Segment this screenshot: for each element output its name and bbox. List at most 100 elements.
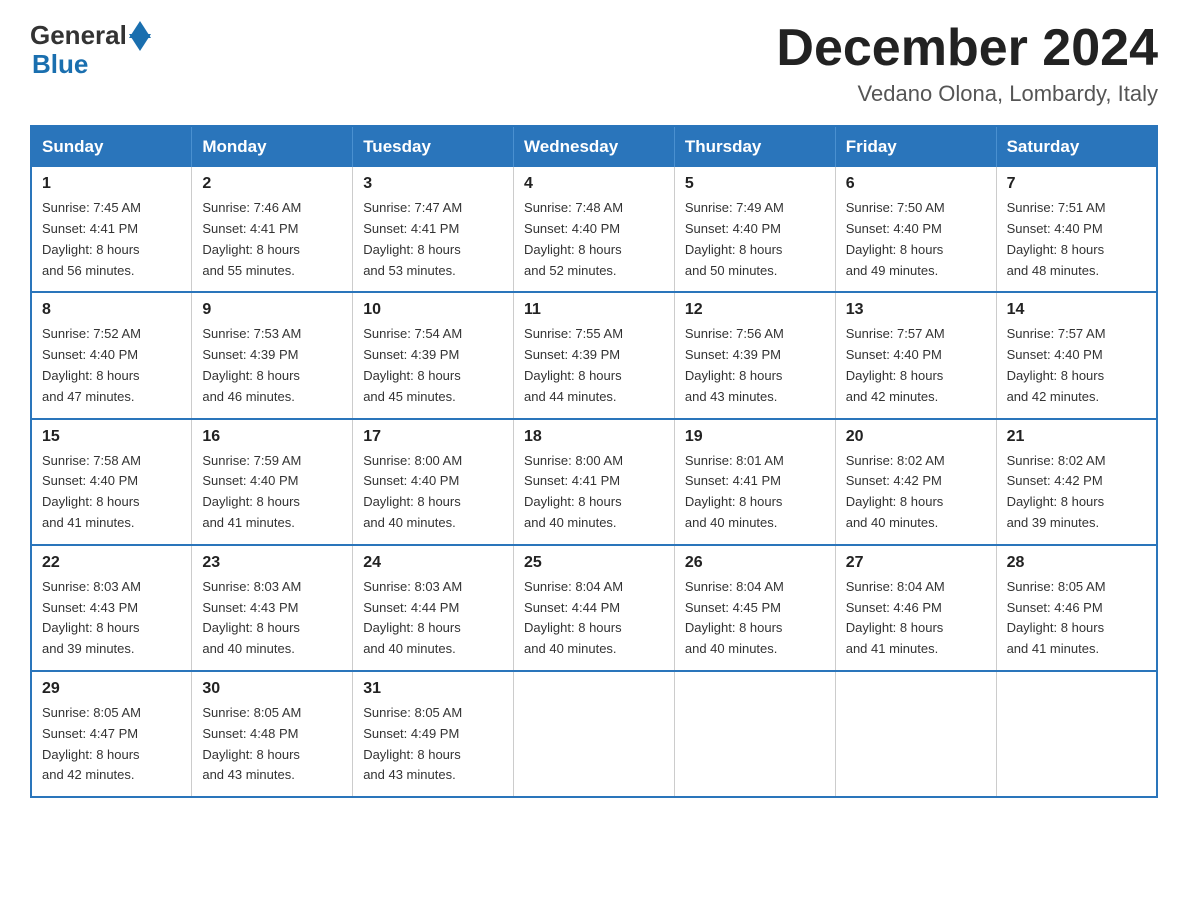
day-number: 2 <box>202 175 342 193</box>
day-number: 19 <box>685 428 825 446</box>
table-row: 7 Sunrise: 7:51 AM Sunset: 4:40 PM Dayli… <box>996 167 1157 292</box>
day-number: 22 <box>42 554 181 572</box>
table-row: 12 Sunrise: 7:56 AM Sunset: 4:39 PM Dayl… <box>674 292 835 418</box>
calendar-week-row: 29 Sunrise: 8:05 AM Sunset: 4:47 PM Dayl… <box>31 671 1157 797</box>
table-row: 2 Sunrise: 7:46 AM Sunset: 4:41 PM Dayli… <box>192 167 353 292</box>
table-row: 25 Sunrise: 8:04 AM Sunset: 4:44 PM Dayl… <box>514 545 675 671</box>
day-number: 18 <box>524 428 664 446</box>
day-number: 20 <box>846 428 986 446</box>
table-row: 4 Sunrise: 7:48 AM Sunset: 4:40 PM Dayli… <box>514 167 675 292</box>
day-number: 30 <box>202 680 342 698</box>
day-info: Sunrise: 8:02 AM Sunset: 4:42 PM Dayligh… <box>1007 451 1146 534</box>
table-row: 15 Sunrise: 7:58 AM Sunset: 4:40 PM Dayl… <box>31 419 192 545</box>
day-info: Sunrise: 8:01 AM Sunset: 4:41 PM Dayligh… <box>685 451 825 534</box>
title-section: December 2024 Vedano Olona, Lombardy, It… <box>776 20 1158 107</box>
table-row: 21 Sunrise: 8:02 AM Sunset: 4:42 PM Dayl… <box>996 419 1157 545</box>
table-row: 29 Sunrise: 8:05 AM Sunset: 4:47 PM Dayl… <box>31 671 192 797</box>
day-number: 17 <box>363 428 503 446</box>
day-info: Sunrise: 7:56 AM Sunset: 4:39 PM Dayligh… <box>685 324 825 407</box>
table-row: 28 Sunrise: 8:05 AM Sunset: 4:46 PM Dayl… <box>996 545 1157 671</box>
day-number: 1 <box>42 175 181 193</box>
table-row: 1 Sunrise: 7:45 AM Sunset: 4:41 PM Dayli… <box>31 167 192 292</box>
day-number: 11 <box>524 301 664 319</box>
day-number: 3 <box>363 175 503 193</box>
day-info: Sunrise: 7:48 AM Sunset: 4:40 PM Dayligh… <box>524 198 664 281</box>
logo-icon <box>127 21 151 51</box>
day-number: 10 <box>363 301 503 319</box>
table-row <box>674 671 835 797</box>
day-number: 24 <box>363 554 503 572</box>
day-number: 25 <box>524 554 664 572</box>
calendar-header-row: Sunday Monday Tuesday Wednesday Thursday… <box>31 126 1157 167</box>
day-number: 14 <box>1007 301 1146 319</box>
table-row: 16 Sunrise: 7:59 AM Sunset: 4:40 PM Dayl… <box>192 419 353 545</box>
calendar-week-row: 15 Sunrise: 7:58 AM Sunset: 4:40 PM Dayl… <box>31 419 1157 545</box>
table-row <box>514 671 675 797</box>
table-row: 14 Sunrise: 7:57 AM Sunset: 4:40 PM Dayl… <box>996 292 1157 418</box>
header-monday: Monday <box>192 126 353 167</box>
day-number: 13 <box>846 301 986 319</box>
logo: General Blue <box>30 20 151 80</box>
day-info: Sunrise: 7:45 AM Sunset: 4:41 PM Dayligh… <box>42 198 181 281</box>
day-info: Sunrise: 7:55 AM Sunset: 4:39 PM Dayligh… <box>524 324 664 407</box>
day-number: 31 <box>363 680 503 698</box>
day-number: 9 <box>202 301 342 319</box>
day-info: Sunrise: 8:04 AM Sunset: 4:45 PM Dayligh… <box>685 577 825 660</box>
day-info: Sunrise: 8:03 AM Sunset: 4:43 PM Dayligh… <box>202 577 342 660</box>
day-number: 28 <box>1007 554 1146 572</box>
day-info: Sunrise: 8:04 AM Sunset: 4:46 PM Dayligh… <box>846 577 986 660</box>
day-info: Sunrise: 7:59 AM Sunset: 4:40 PM Dayligh… <box>202 451 342 534</box>
day-info: Sunrise: 8:00 AM Sunset: 4:41 PM Dayligh… <box>524 451 664 534</box>
day-number: 21 <box>1007 428 1146 446</box>
table-row: 18 Sunrise: 8:00 AM Sunset: 4:41 PM Dayl… <box>514 419 675 545</box>
header-friday: Friday <box>835 126 996 167</box>
table-row <box>835 671 996 797</box>
table-row: 17 Sunrise: 8:00 AM Sunset: 4:40 PM Dayl… <box>353 419 514 545</box>
day-number: 12 <box>685 301 825 319</box>
table-row: 26 Sunrise: 8:04 AM Sunset: 4:45 PM Dayl… <box>674 545 835 671</box>
day-info: Sunrise: 7:47 AM Sunset: 4:41 PM Dayligh… <box>363 198 503 281</box>
table-row: 11 Sunrise: 7:55 AM Sunset: 4:39 PM Dayl… <box>514 292 675 418</box>
table-row: 22 Sunrise: 8:03 AM Sunset: 4:43 PM Dayl… <box>31 545 192 671</box>
table-row: 23 Sunrise: 8:03 AM Sunset: 4:43 PM Dayl… <box>192 545 353 671</box>
header-saturday: Saturday <box>996 126 1157 167</box>
calendar-table: Sunday Monday Tuesday Wednesday Thursday… <box>30 125 1158 798</box>
calendar-week-row: 22 Sunrise: 8:03 AM Sunset: 4:43 PM Dayl… <box>31 545 1157 671</box>
table-row: 13 Sunrise: 7:57 AM Sunset: 4:40 PM Dayl… <box>835 292 996 418</box>
table-row: 30 Sunrise: 8:05 AM Sunset: 4:48 PM Dayl… <box>192 671 353 797</box>
day-info: Sunrise: 8:05 AM Sunset: 4:47 PM Dayligh… <box>42 703 181 786</box>
day-info: Sunrise: 8:04 AM Sunset: 4:44 PM Dayligh… <box>524 577 664 660</box>
day-info: Sunrise: 8:05 AM Sunset: 4:49 PM Dayligh… <box>363 703 503 786</box>
header-tuesday: Tuesday <box>353 126 514 167</box>
day-info: Sunrise: 7:57 AM Sunset: 4:40 PM Dayligh… <box>846 324 986 407</box>
day-number: 29 <box>42 680 181 698</box>
table-row: 10 Sunrise: 7:54 AM Sunset: 4:39 PM Dayl… <box>353 292 514 418</box>
day-info: Sunrise: 7:52 AM Sunset: 4:40 PM Dayligh… <box>42 324 181 407</box>
day-number: 4 <box>524 175 664 193</box>
day-info: Sunrise: 7:51 AM Sunset: 4:40 PM Dayligh… <box>1007 198 1146 281</box>
table-row: 6 Sunrise: 7:50 AM Sunset: 4:40 PM Dayli… <box>835 167 996 292</box>
day-info: Sunrise: 7:49 AM Sunset: 4:40 PM Dayligh… <box>685 198 825 281</box>
day-info: Sunrise: 7:46 AM Sunset: 4:41 PM Dayligh… <box>202 198 342 281</box>
calendar-week-row: 8 Sunrise: 7:52 AM Sunset: 4:40 PM Dayli… <box>31 292 1157 418</box>
day-number: 27 <box>846 554 986 572</box>
calendar-week-row: 1 Sunrise: 7:45 AM Sunset: 4:41 PM Dayli… <box>31 167 1157 292</box>
table-row: 5 Sunrise: 7:49 AM Sunset: 4:40 PM Dayli… <box>674 167 835 292</box>
table-row: 20 Sunrise: 8:02 AM Sunset: 4:42 PM Dayl… <box>835 419 996 545</box>
table-row: 19 Sunrise: 8:01 AM Sunset: 4:41 PM Dayl… <box>674 419 835 545</box>
location-text: Vedano Olona, Lombardy, Italy <box>776 81 1158 107</box>
day-number: 8 <box>42 301 181 319</box>
day-number: 6 <box>846 175 986 193</box>
table-row: 8 Sunrise: 7:52 AM Sunset: 4:40 PM Dayli… <box>31 292 192 418</box>
table-row: 9 Sunrise: 7:53 AM Sunset: 4:39 PM Dayli… <box>192 292 353 418</box>
logo-blue-text: Blue <box>32 49 88 80</box>
table-row: 27 Sunrise: 8:04 AM Sunset: 4:46 PM Dayl… <box>835 545 996 671</box>
logo-general-text: General <box>30 20 127 51</box>
day-info: Sunrise: 7:53 AM Sunset: 4:39 PM Dayligh… <box>202 324 342 407</box>
day-number: 15 <box>42 428 181 446</box>
day-number: 7 <box>1007 175 1146 193</box>
day-info: Sunrise: 8:00 AM Sunset: 4:40 PM Dayligh… <box>363 451 503 534</box>
day-info: Sunrise: 8:02 AM Sunset: 4:42 PM Dayligh… <box>846 451 986 534</box>
day-info: Sunrise: 7:54 AM Sunset: 4:39 PM Dayligh… <box>363 324 503 407</box>
day-number: 23 <box>202 554 342 572</box>
